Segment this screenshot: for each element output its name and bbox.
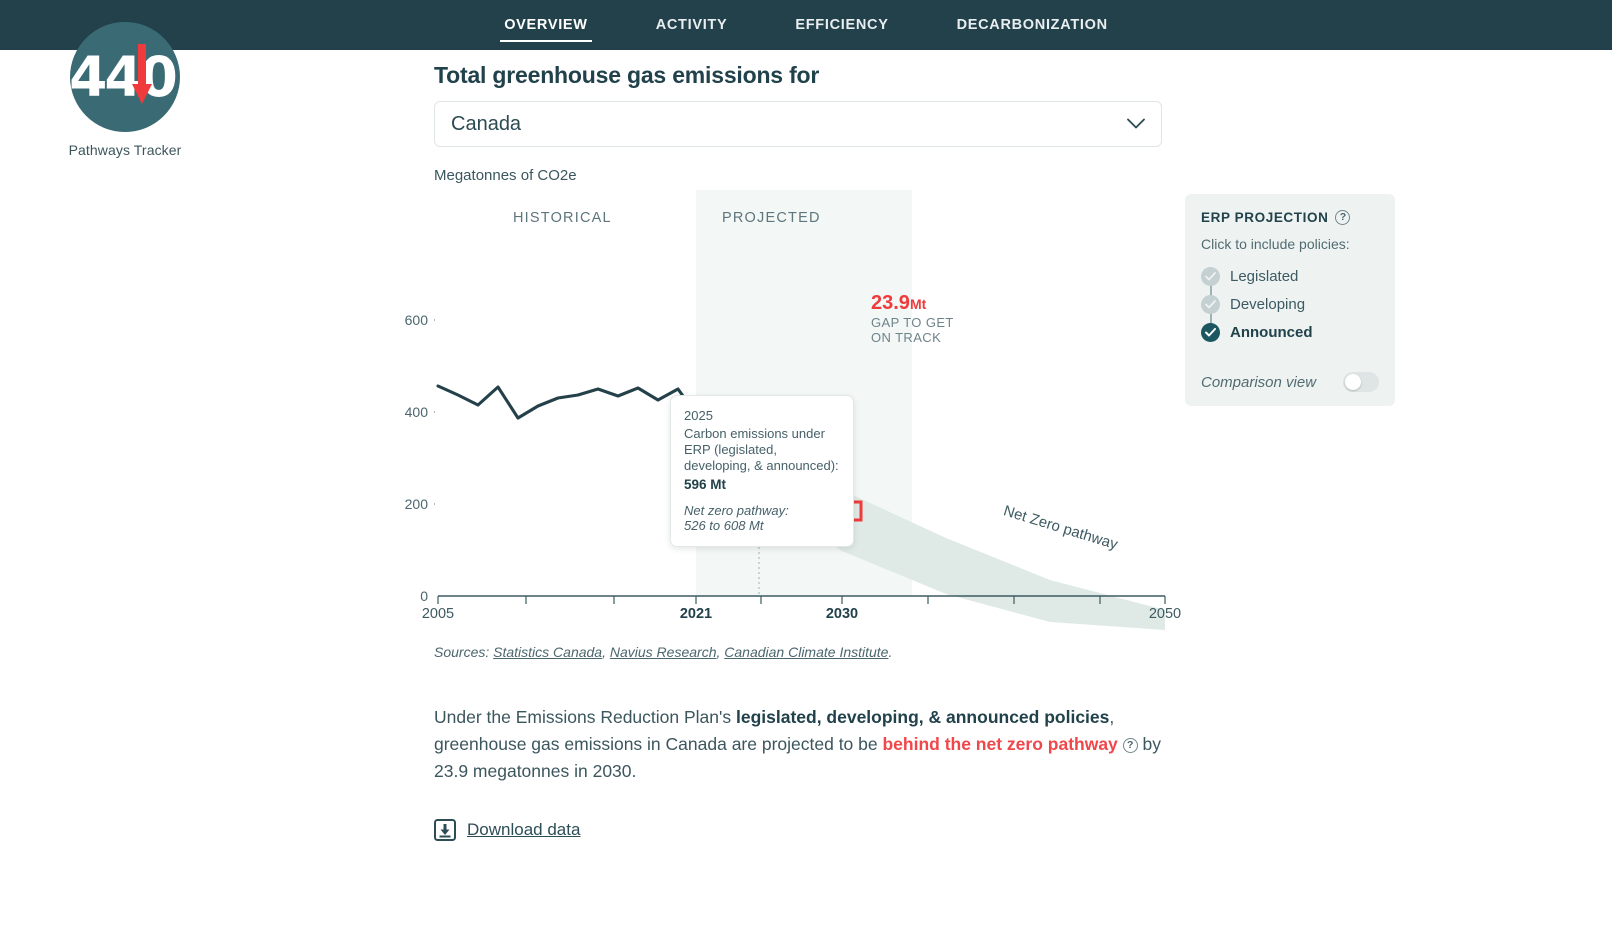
policy-options-list: Legislated Developing Announced [1201,262,1379,346]
tab-overview[interactable]: OVERVIEW [470,0,622,50]
source-link-navius-research[interactable]: Navius Research [610,644,717,660]
tooltip-year: 2025 [684,408,713,423]
summary-paragraph: Under the Emissions Reduction Plan's leg… [434,704,1164,785]
help-icon[interactable]: ? [1122,738,1138,754]
summary-bold-policies: legislated, developing, & announced poli… [735,707,1110,727]
top-navigation-bar: OVERVIEW ACTIVITY EFFICIENCY DECARBONIZA… [0,0,1612,50]
chart-tooltip: 2025 Carbon emissions under ERP (legisla… [670,395,854,547]
gap-unit: Mt [909,296,927,312]
download-data-link[interactable]: Download data [434,819,1174,842]
tooltip-value: 596 Mt [684,476,727,492]
policy-option-developing[interactable]: Developing [1201,290,1379,318]
summary-part1: Under the Emissions Reduction Plan's [434,707,736,727]
tooltip-description: Carbon emissions under ERP (legislated, … [684,425,839,474]
sources-line: Sources: Statistics Canada, Navius Resea… [434,644,893,660]
x-tick-2005: 2005 [421,606,455,622]
tab-efficiency-label: EFFICIENCY [795,17,889,33]
x-tick-2021: 2021 [679,606,713,622]
gap-subtitle: GAP TO GET ON TRACK [871,315,954,346]
policy-label-announced: Announced [1230,323,1313,341]
check-icon-announced [1201,322,1220,342]
check-icon-developing [1201,294,1220,314]
y-tick-200: 200 [404,496,428,512]
region-select-dropdown[interactable]: Canada [434,101,1162,147]
tooltip-net-zero-title: Net zero pathway: [684,502,789,518]
comparison-view-label: Comparison view [1201,373,1317,391]
erp-projection-panel: ERP PROJECTION ? Click to include polici… [1185,194,1395,406]
gap-value: 23.9 [871,292,910,314]
historical-emissions-line [436,384,698,420]
erp-panel-title: ERP PROJECTION [1201,210,1329,225]
toggle-knob [1345,374,1361,390]
tab-activity[interactable]: ACTIVITY [622,0,762,50]
gap-value-row: 23.9Mt [871,293,954,313]
policy-option-legislated[interactable]: Legislated [1201,262,1379,290]
emissions-chart: HISTORICAL PROJECTED 600 400 200 0 2005 … [405,190,1181,630]
x-tick-2030: 2030 [825,606,859,622]
chevron-down-icon [1127,118,1145,129]
check-icon-legislated [1201,266,1220,286]
download-data-label: Download data [467,820,581,840]
source-link-canadian-climate-institute[interactable]: Canadian Climate Institute [724,644,888,660]
summary-red-behind-net-zero: behind the net zero pathway [882,734,1118,755]
comparison-view-row: Comparison view [1201,372,1379,392]
projected-period-label: PROJECTED [722,210,821,226]
tab-decarbonization[interactable]: DECARBONIZATION [923,0,1142,50]
policy-option-announced[interactable]: Announced [1201,318,1379,346]
main-content: Total greenhouse gas emissions for Canad… [405,62,1181,842]
historical-period-label: HISTORICAL [513,210,612,226]
tab-activity-label: ACTIVITY [655,17,728,33]
source-link-statistics-canada[interactable]: Statistics Canada [493,644,602,660]
sources-prefix: Sources: [434,644,494,660]
logo-text: 440 [69,44,178,109]
region-select-value: Canada [451,112,522,135]
chart-unit-label: Megatonnes of CO2e [434,167,577,184]
y-tick-400: 400 [404,404,428,420]
download-icon [434,819,456,842]
erp-panel-header: ERP PROJECTION ? [1201,210,1379,225]
gap-subtitle-line1: GAP TO GET [871,315,954,330]
y-axis-ticks [434,319,435,505]
policy-label-developing: Developing [1230,295,1306,313]
nav-tabs: OVERVIEW ACTIVITY EFFICIENCY DECARBONIZA… [470,0,1142,50]
erp-panel-subtitle: Click to include policies: [1201,236,1350,252]
logo-circle: 440 [69,22,180,132]
policy-label-legislated: Legislated [1230,267,1299,285]
tab-decarbonization-label: DECARBONIZATION [956,17,1108,33]
tooltip-net-zero-range: 526 to 608 Mt [684,517,764,533]
y-tick-600: 600 [404,312,428,328]
gap-subtitle-line2: ON TRACK [871,329,942,345]
logo-caption: Pathways Tracker [68,142,182,158]
page-title: Total greenhouse gas emissions for [434,62,820,88]
site-logo[interactable]: 440 Pathways Tracker [55,22,195,158]
comparison-view-toggle[interactable] [1343,372,1379,392]
sources-suffix: . [888,644,893,660]
tab-overview-label: OVERVIEW [504,17,588,33]
y-tick-0: 0 [420,588,428,604]
x-tick-2050: 2050 [1148,606,1182,622]
erp-help-icon[interactable]: ? [1335,210,1351,225]
tab-efficiency[interactable]: EFFICIENCY [761,0,922,50]
gap-annotation: 23.9Mt GAP TO GET ON TRACK [871,293,954,346]
down-arrow-icon [132,44,152,104]
